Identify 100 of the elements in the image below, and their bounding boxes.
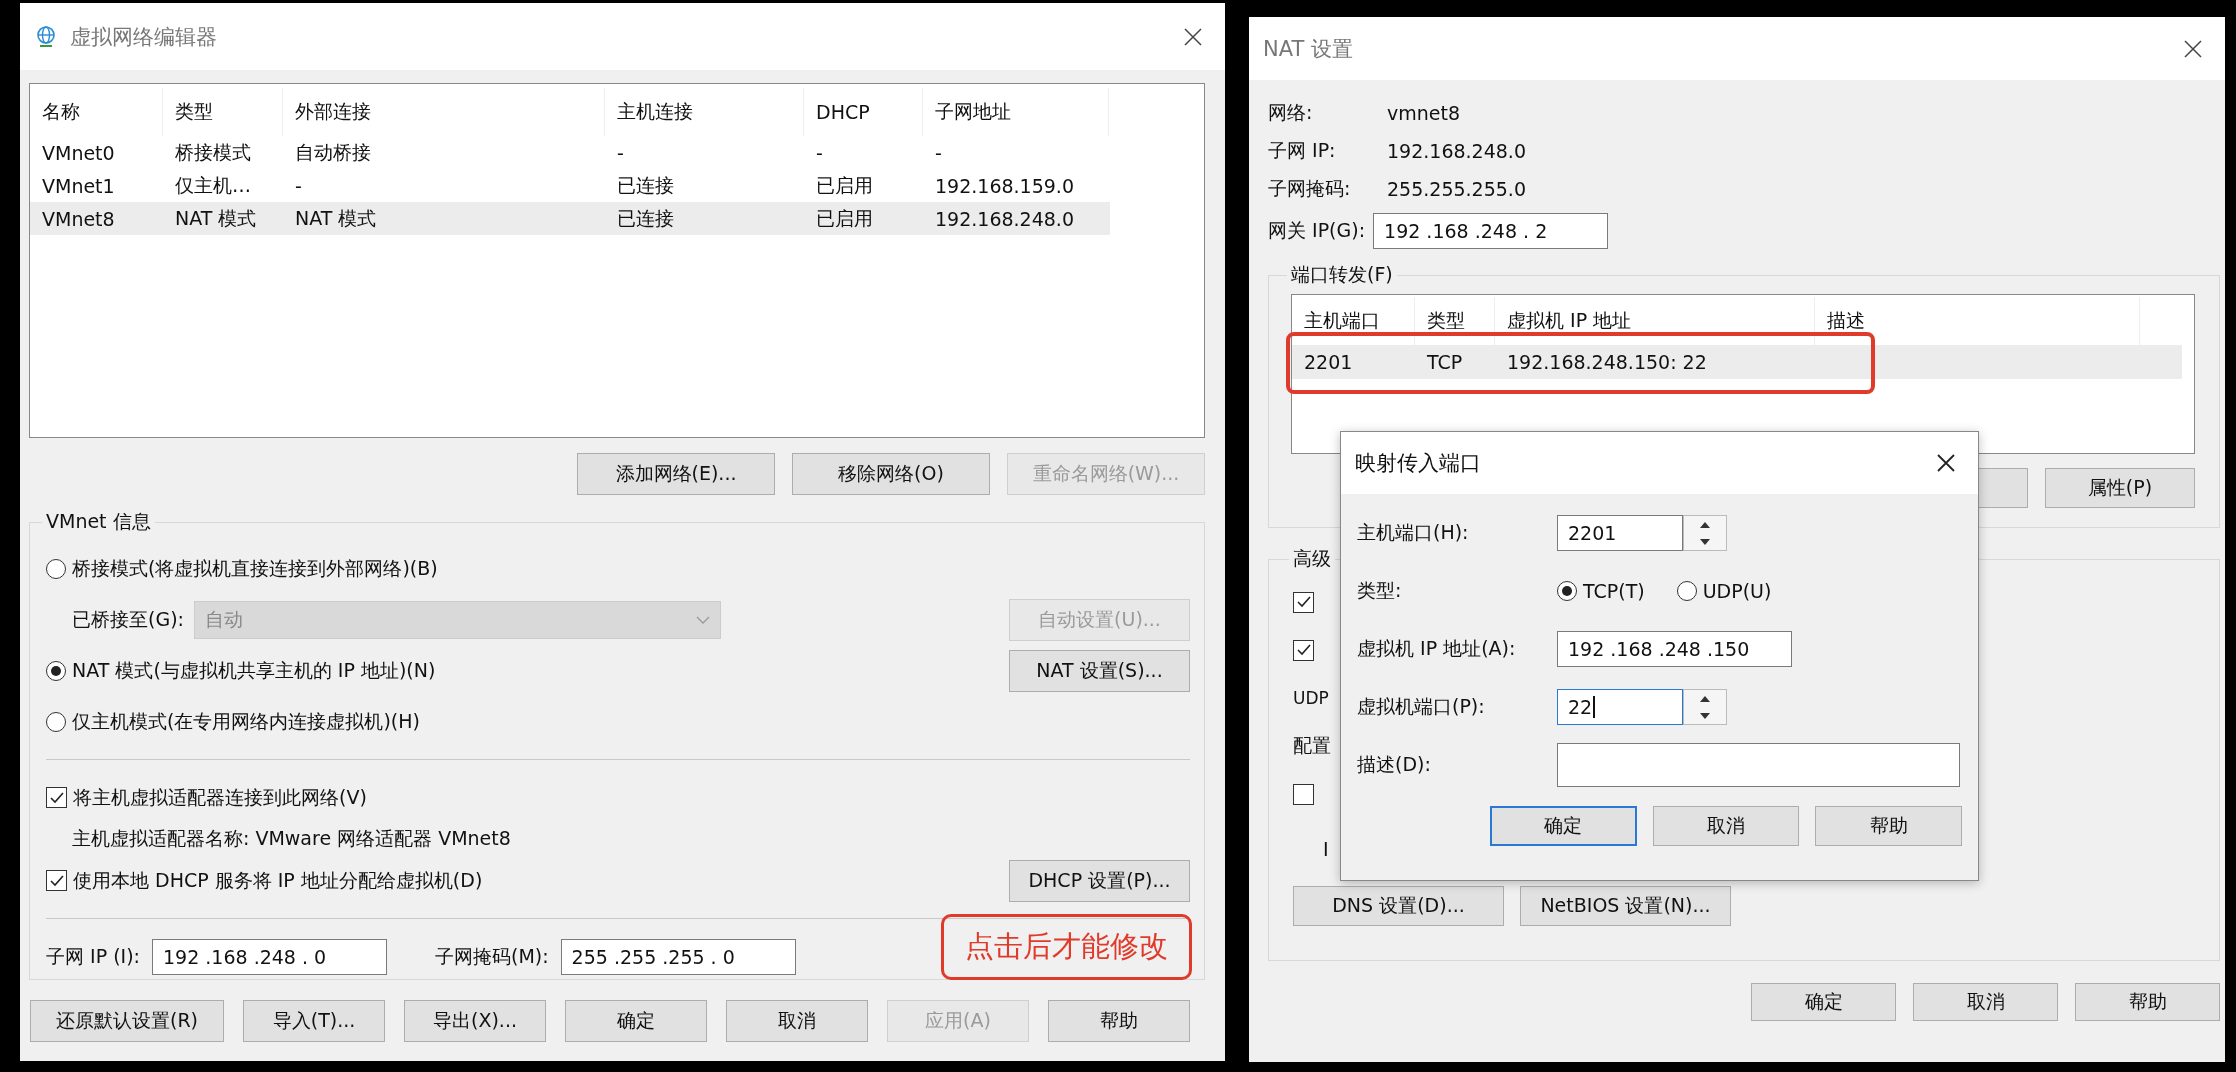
column-header[interactable]: 子网地址 bbox=[923, 88, 1109, 136]
table-cell-text: VMnet8 bbox=[41, 207, 116, 230]
radio-button[interactable] bbox=[46, 558, 66, 579]
field-label: 已桥接至(G): bbox=[72, 606, 184, 632]
radio-label: TCP(T) bbox=[1583, 580, 1645, 602]
table-cell-text: 192.168.248.0 bbox=[934, 207, 1075, 230]
input-field[interactable]: 22 bbox=[1557, 689, 1683, 725]
checkbox[interactable] bbox=[46, 870, 67, 891]
radio-button[interactable] bbox=[46, 660, 66, 681]
table-cell-text: - bbox=[934, 141, 943, 164]
spinner-control[interactable] bbox=[1683, 689, 1727, 725]
radio-button[interactable] bbox=[1676, 581, 1697, 601]
input-field[interactable]: 192 .168 .248 . 0 bbox=[152, 938, 387, 975]
close-icon[interactable] bbox=[1183, 26, 1203, 47]
adapter-name-text: 主机虚拟适配器名称: VMware 网络适配器 VMnet8 bbox=[72, 826, 511, 851]
dialog-button[interactable]: 帮助 bbox=[1815, 806, 1962, 846]
checkbox[interactable] bbox=[1293, 591, 1314, 613]
table-cell-text: NAT 模式 bbox=[294, 205, 378, 231]
down-arrow-icon[interactable] bbox=[1700, 712, 1710, 719]
close-icon[interactable] bbox=[2183, 38, 2203, 59]
dialog-button[interactable]: 取消 bbox=[1652, 806, 1800, 846]
table-cell-text: - bbox=[815, 141, 824, 164]
column-header[interactable]: 主机连接 bbox=[605, 88, 804, 136]
table-cell-text: VMnet0 bbox=[41, 141, 116, 164]
radio-label: NAT 模式(与虚拟机共享主机的 IP 地址)(N) bbox=[72, 657, 436, 683]
table-cell-text: - bbox=[616, 141, 625, 164]
netbios-settings-button[interactable]: NetBIOS 设置(N)... bbox=[1520, 886, 1731, 926]
action-button[interactable]: 添加网络(E)... bbox=[577, 453, 775, 495]
radio-label: 仅主机模式(在专用网络内连接虚拟机)(H) bbox=[72, 708, 420, 734]
up-arrow-icon[interactable] bbox=[1700, 695, 1710, 702]
table-cell-text: 192.168.159.0 bbox=[934, 174, 1075, 197]
table-row[interactable]: 2201 TCP 192.168.248.150: 22 bbox=[1292, 345, 2182, 379]
field-label: 虚拟机端口(P): bbox=[1357, 694, 1486, 719]
table-cell-text: 192.168.248.150: 22 bbox=[1506, 351, 1708, 373]
info-value: 192.168.248.0 bbox=[1387, 140, 1526, 162]
radio-label: UDP(U) bbox=[1702, 580, 1772, 602]
group-title: VMnet 信息 bbox=[45, 509, 152, 534]
nat-settings-button[interactable]: NAT 设置(S)... bbox=[1009, 649, 1190, 692]
table-cell-text: TCP bbox=[1426, 351, 1464, 373]
table-cell-text: 自动桥接 bbox=[294, 139, 372, 165]
dialog-button[interactable]: 确定 bbox=[565, 1000, 707, 1042]
dhcp-settings-button[interactable]: DHCP 设置(P)... bbox=[1009, 859, 1190, 902]
window-title: 映射传入端口 bbox=[1355, 450, 1482, 477]
group-title: 高级 bbox=[1292, 546, 1332, 571]
input-field[interactable] bbox=[1557, 743, 1960, 787]
field-label: 网关 IP(G): bbox=[1268, 218, 1366, 243]
radio-label: 桥接模式(将虚拟机直接连接到外部网络)(B) bbox=[72, 555, 438, 581]
properties-button[interactable]: 属性(P) bbox=[2045, 468, 2195, 508]
dns-settings-button[interactable]: DNS 设置(D)... bbox=[1293, 886, 1504, 926]
field-label: 类型: bbox=[1357, 578, 1403, 603]
dialog-button[interactable]: 确定 bbox=[1490, 806, 1637, 846]
input-field[interactable]: 192 .168 .248 .150 bbox=[1557, 631, 1792, 667]
column-header[interactable]: DHCP bbox=[804, 88, 923, 136]
checkbox[interactable] bbox=[46, 787, 67, 808]
field-label: 描述(D): bbox=[1357, 752, 1432, 777]
dialog-button[interactable]: 帮助 bbox=[1048, 1000, 1190, 1042]
dialog-button[interactable]: 还原默认设置(R) bbox=[30, 1000, 224, 1042]
table-cell-text: - bbox=[294, 174, 303, 197]
globe-icon bbox=[34, 24, 58, 49]
input-field[interactable]: 192 .168 .248 . 2 bbox=[1373, 213, 1609, 249]
checkbox[interactable] bbox=[1293, 783, 1314, 805]
dialog-button[interactable]: 取消 bbox=[726, 1000, 868, 1042]
table-cell-text: 仅主机… bbox=[174, 172, 252, 198]
udp-label: UDP bbox=[1293, 688, 1329, 708]
up-arrow-icon[interactable] bbox=[1700, 521, 1710, 528]
dialog-button[interactable]: 导出(X)... bbox=[404, 1000, 546, 1042]
field-label: 主机端口(H): bbox=[1357, 520, 1470, 545]
table-row[interactable]: VMnet1 仅主机… - 已连接 已启用 192.168.159.0 bbox=[30, 169, 1204, 202]
dialog-button[interactable]: 导入(T)... bbox=[243, 1000, 385, 1042]
group-title: 端口转发(F) bbox=[1290, 262, 1394, 287]
column-header[interactable]: 名称 bbox=[30, 88, 163, 136]
field-label: 子网掩码(M): bbox=[435, 943, 549, 969]
info-value: vmnet8 bbox=[1387, 102, 1461, 124]
column-header[interactable]: 类型 bbox=[163, 88, 283, 136]
window-title: NAT 设置 bbox=[1263, 35, 1354, 63]
input-field[interactable]: 2201 bbox=[1557, 515, 1683, 551]
table-cell-text: 已启用 bbox=[815, 205, 874, 231]
dialog-button[interactable]: 帮助 bbox=[2075, 983, 2220, 1021]
table-cell-text: 2201 bbox=[1303, 351, 1354, 373]
column-header[interactable]: 外部连接 bbox=[283, 88, 605, 136]
info-label: 子网 IP: bbox=[1268, 138, 1337, 163]
close-icon[interactable] bbox=[1936, 453, 1956, 473]
radio-button[interactable] bbox=[1557, 581, 1577, 601]
table-cell-text: NAT 模式 bbox=[174, 205, 258, 231]
checkbox[interactable] bbox=[1293, 639, 1314, 661]
table-row[interactable]: VMnet8 NAT 模式 NAT 模式 已连接 已启用 192.168.248.0 bbox=[30, 202, 1110, 235]
info-label: 子网掩码: bbox=[1268, 176, 1352, 201]
config-label: 配置 bbox=[1293, 733, 1331, 758]
dialog-button[interactable]: 确定 bbox=[1751, 983, 1896, 1021]
action-button[interactable]: 移除网络(O) bbox=[792, 453, 990, 495]
input-field[interactable]: 255 .255 .255 . 0 bbox=[560, 938, 796, 975]
dialog-button[interactable]: 取消 bbox=[1913, 983, 2058, 1021]
table-row[interactable]: VMnet0 桥接模式 自动桥接 - - - bbox=[30, 136, 1204, 169]
annotation-note: 点击后才能修改 bbox=[941, 914, 1192, 980]
info-label: 网络: bbox=[1268, 100, 1314, 125]
table-cell-text: 已连接 bbox=[616, 172, 675, 198]
down-arrow-icon[interactable] bbox=[1700, 538, 1710, 545]
radio-button[interactable] bbox=[46, 711, 66, 732]
info-value: 255.255.255.0 bbox=[1387, 178, 1526, 200]
spinner-control[interactable] bbox=[1683, 515, 1727, 551]
